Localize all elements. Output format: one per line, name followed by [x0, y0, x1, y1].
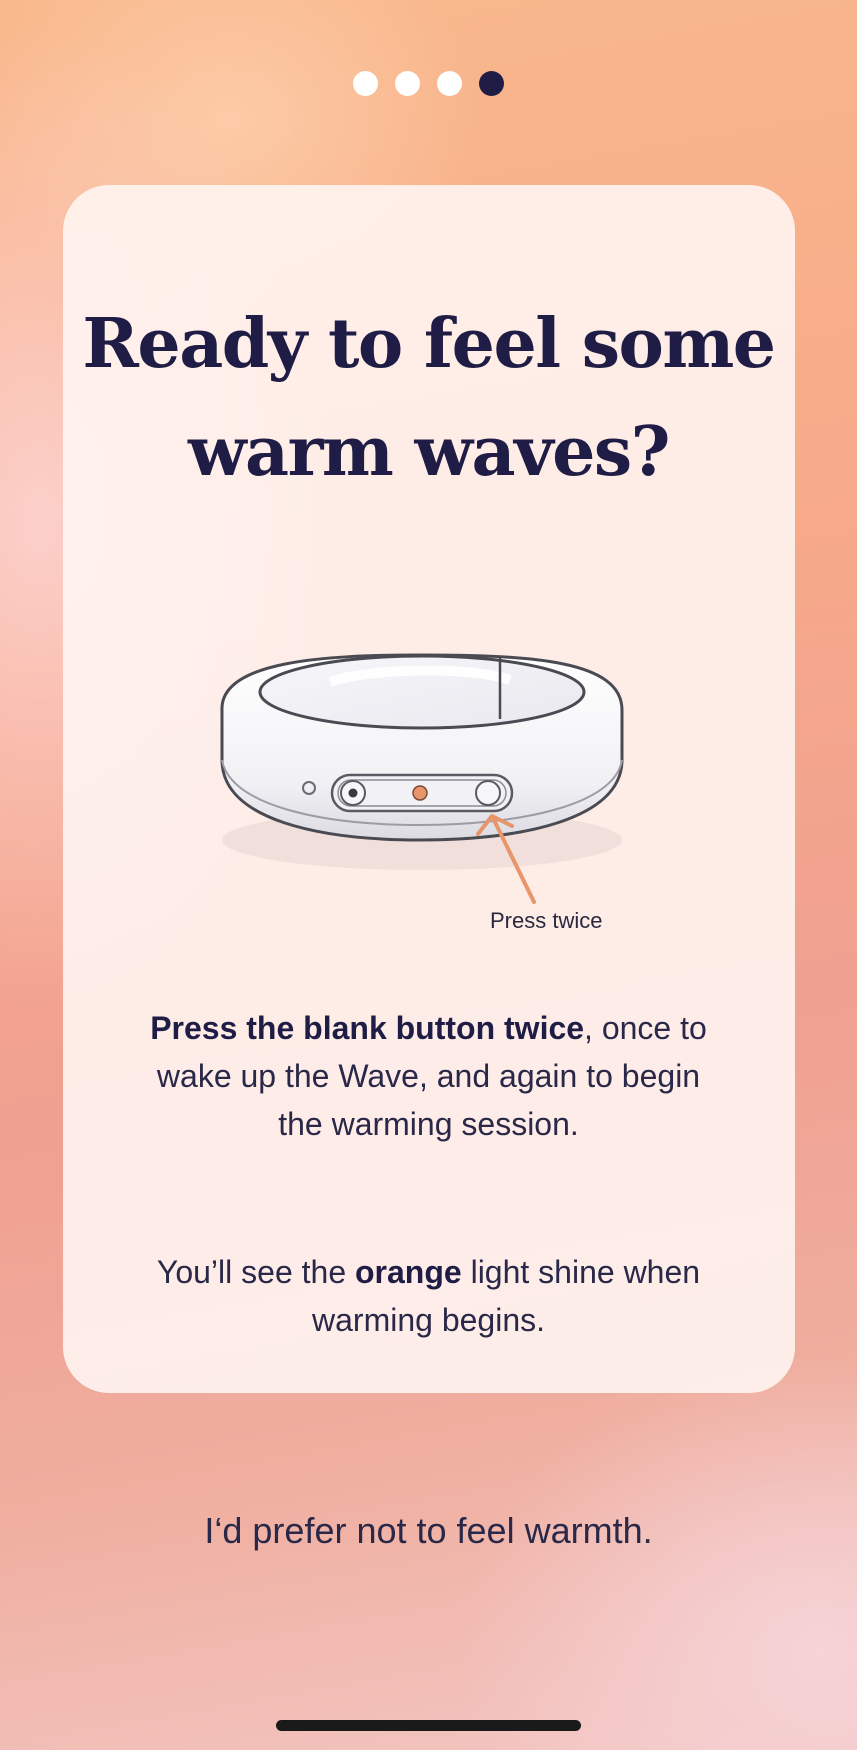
title-line-1: Ready to feel some [82, 304, 776, 384]
page-dot-3 [437, 71, 462, 96]
instruction-emphasis: Press the blank button twice [150, 1010, 585, 1046]
home-indicator[interactable] [276, 1720, 581, 1731]
press-twice-label: Press twice [490, 908, 603, 933]
note-emphasis: orange [355, 1254, 462, 1290]
note-before: You’ll see the [156, 1254, 355, 1290]
decline-warmth-link[interactable]: I‘d prefer not to feel warmth. [0, 1510, 857, 1552]
wave-device-illustration [220, 653, 624, 904]
page-dot-2 [395, 71, 420, 96]
page-dot-4-active [479, 71, 504, 96]
instruction-text: Press the blank button twice, once to wa… [150, 1004, 707, 1148]
orange-light-note: You’ll see the orange light shine when w… [150, 1248, 707, 1344]
title-line-2: warm waves? [187, 412, 671, 492]
page-dot-1 [353, 71, 378, 96]
page-title: Ready to feel some warm waves? [0, 290, 857, 506]
page-indicator [0, 71, 857, 96]
